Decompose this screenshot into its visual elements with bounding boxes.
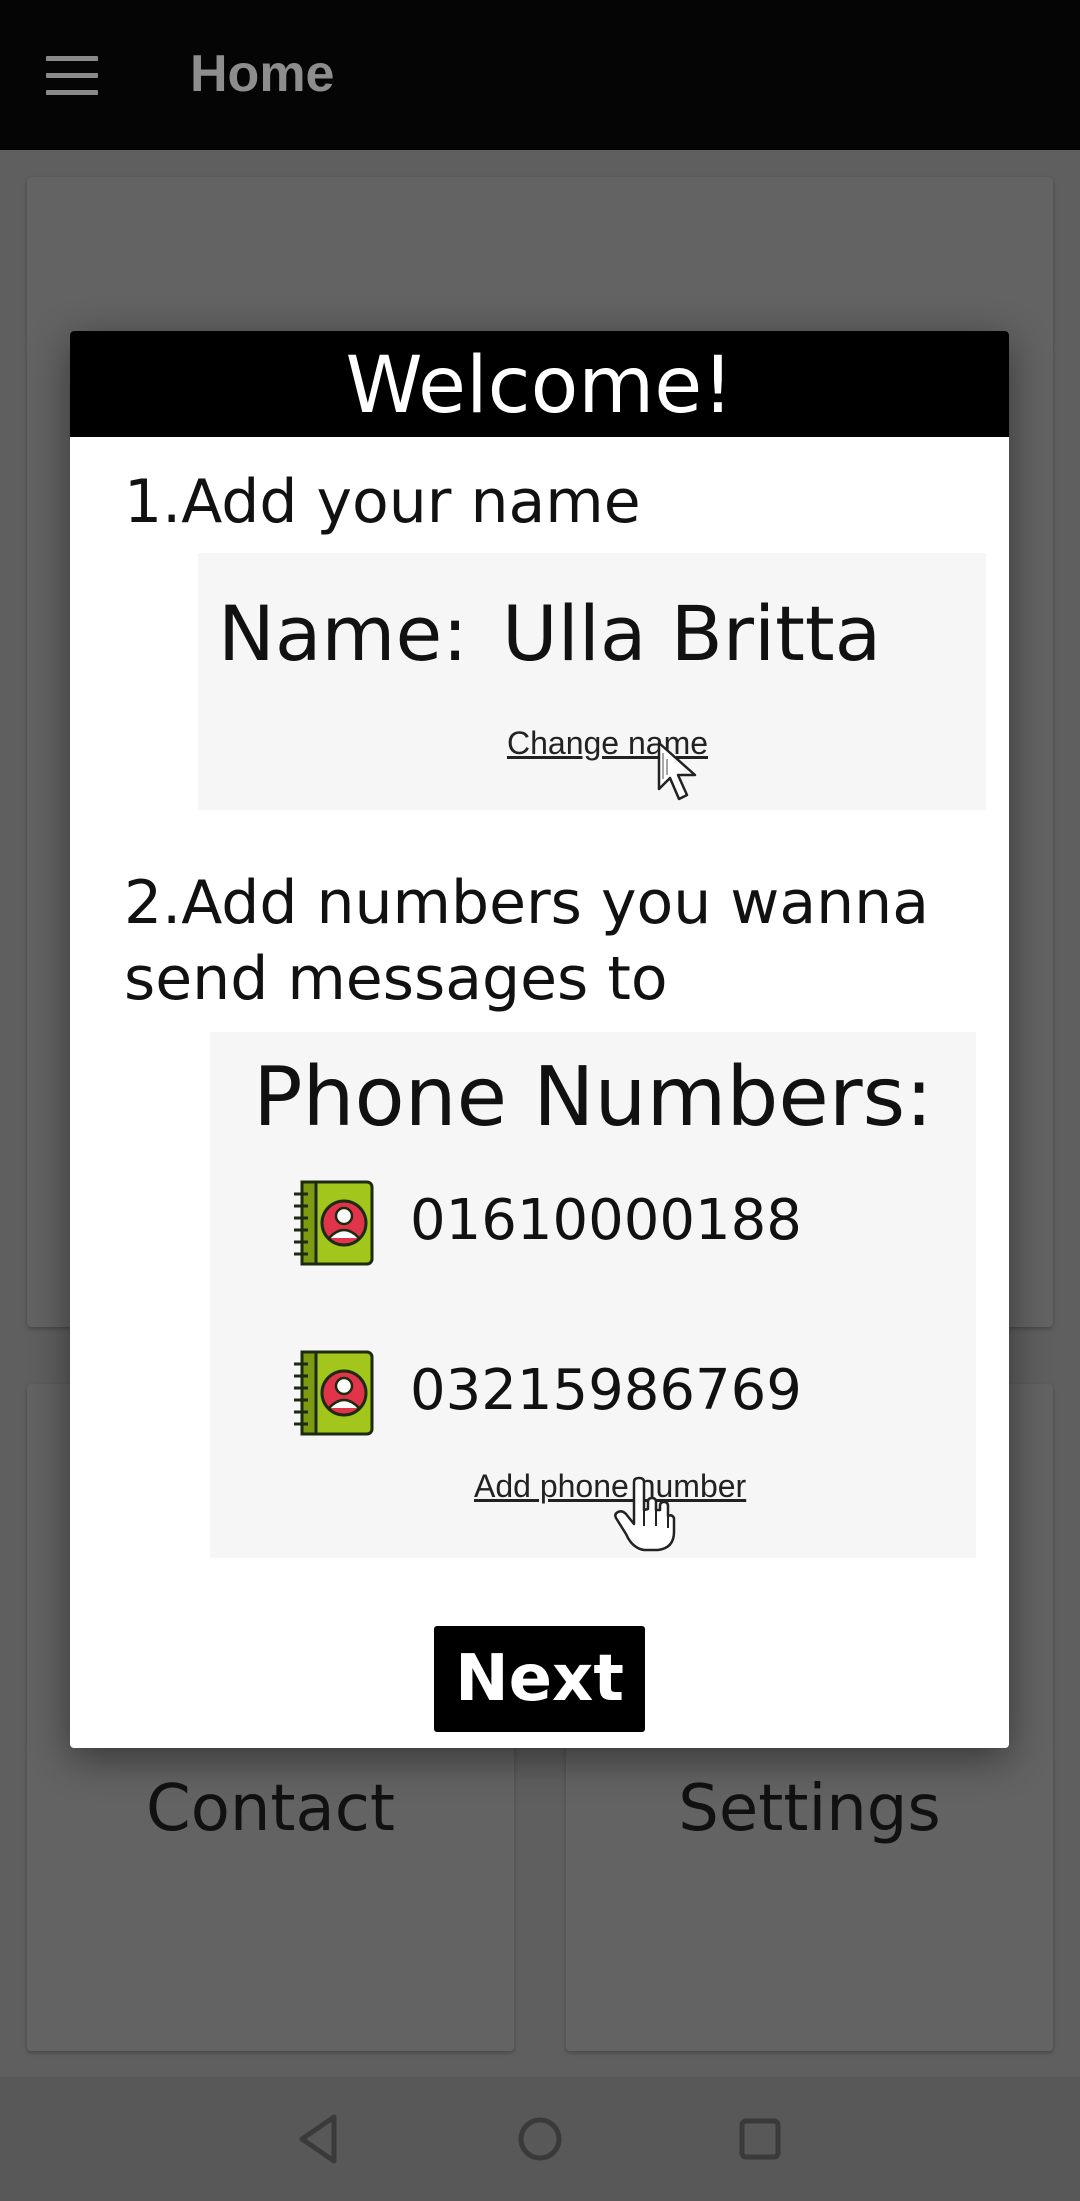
step-2-line-1: 2.Add numbers you wanna [124, 868, 929, 938]
hand-cursor-icon [614, 1476, 676, 1552]
menu-icon[interactable] [46, 56, 98, 96]
contact-card-label: Contact [146, 1772, 395, 1846]
system-nav-bar [0, 2077, 1080, 2201]
recents-icon[interactable] [730, 2109, 790, 2169]
back-icon[interactable] [290, 2109, 350, 2169]
phone-number: 03215986769 [410, 1358, 802, 1423]
address-book-icon [294, 1180, 374, 1266]
arrow-cursor-icon [657, 741, 697, 801]
next-button[interactable]: Next [434, 1626, 645, 1732]
page-title: Home [190, 45, 335, 103]
dialog-title: Welcome! [70, 331, 1009, 437]
name-label: Name: [218, 589, 468, 678]
step-2-text: 2.Add numbers you wanna send messages to [124, 865, 929, 1017]
step-2-line-2: send messages to [124, 944, 668, 1014]
name-value: Ulla Britta [502, 589, 882, 678]
app-bar: Home [0, 0, 1080, 150]
home-icon[interactable] [510, 2109, 570, 2169]
phone-number: 01610000188 [410, 1188, 802, 1253]
step-1-text: 1.Add your name [124, 467, 641, 537]
name-panel: Name: Ulla Britta Change name [198, 553, 986, 810]
address-book-icon [294, 1350, 374, 1436]
name-display: Name: Ulla Britta [218, 589, 881, 678]
welcome-dialog: Welcome! 1.Add your name Name: Ulla Brit… [70, 331, 1009, 1748]
settings-card-label: Settings [678, 1772, 941, 1846]
phone-numbers-title: Phone Numbers: [253, 1050, 933, 1145]
phone-panel: Phone Numbers: 01610000188 03215986769 A… [210, 1032, 976, 1558]
